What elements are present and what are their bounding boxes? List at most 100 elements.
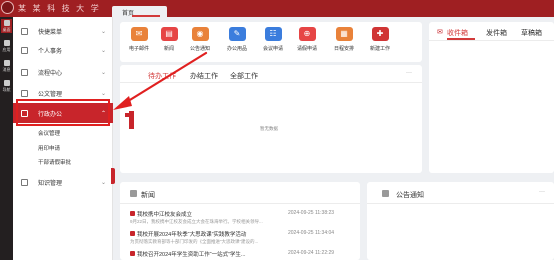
app-leave[interactable]: ⊕ 请假申请 bbox=[292, 27, 322, 52]
strip-item-message[interactable]: 消息 bbox=[1, 59, 12, 73]
news-row-date: 2024-09-24 11:22:29 bbox=[288, 250, 335, 256]
chevron-down-icon: ⌄ bbox=[100, 179, 106, 186]
app-label: 日程安排 bbox=[333, 46, 354, 52]
app-supplies[interactable]: ✎ 办公用品 bbox=[222, 27, 252, 52]
sidebar-item-shortcut[interactable]: 快捷菜单 ⌄ bbox=[13, 21, 113, 41]
mail-card: ✉ 收件箱 发件箱 草稿箱 bbox=[429, 22, 554, 173]
notice-card: 公告通知 ··· bbox=[367, 182, 554, 260]
news-divider bbox=[120, 203, 360, 204]
strip-item-desktop[interactable]: 桌面 bbox=[1, 19, 12, 33]
sidebar-item-label: 个人事务 bbox=[38, 48, 63, 55]
apps-icon bbox=[3, 40, 10, 46]
flow-icon bbox=[21, 68, 28, 76]
red-marker-cap bbox=[125, 113, 129, 117]
chevron-down-icon: ⌄ bbox=[100, 28, 106, 35]
more-icon[interactable]: ··· bbox=[406, 70, 412, 76]
leave-icon: ⊕ bbox=[298, 27, 316, 41]
mail-icon: ✉ bbox=[437, 29, 443, 36]
tab-divider bbox=[120, 82, 422, 83]
app-shortcuts-card: ✉ 电子邮件 ▤ 新闻 ◉ 公告通知 ✎ 办公用品 ☷ 会议申请 ⊕ 请假申请 … bbox=[120, 22, 422, 62]
calendar-icon: ▦ bbox=[335, 27, 353, 41]
desktop-icon bbox=[3, 20, 10, 26]
knowledge-icon bbox=[21, 178, 28, 186]
sidebar-item-label: 快捷菜单 bbox=[38, 29, 63, 36]
app-meeting[interactable]: ☷ 会议申请 bbox=[258, 27, 288, 52]
notice-title: 公告通知 bbox=[396, 192, 424, 199]
app-label: 新建工作 bbox=[369, 46, 390, 52]
app-title: 某 某 科 技 大 学 bbox=[18, 4, 101, 13]
app-label: 电子邮件 bbox=[128, 46, 149, 52]
notice-divider bbox=[367, 203, 554, 204]
announcement-icon: ◉ bbox=[191, 27, 209, 41]
strip-label: 消息 bbox=[2, 67, 11, 72]
app-label: 办公用品 bbox=[226, 46, 247, 52]
sidebar-item-knowledge[interactable]: 知识管理 ⌄ bbox=[13, 172, 113, 192]
news-title: 新闻 bbox=[141, 192, 155, 199]
news-icon bbox=[130, 190, 137, 197]
strip-label: 应用 bbox=[2, 47, 11, 52]
strip-label: 桌面 bbox=[2, 27, 11, 32]
news-row-date: 2024-09-25 11:34:04 bbox=[288, 230, 335, 236]
supplies-icon: ✎ bbox=[228, 27, 246, 41]
university-logo bbox=[1, 1, 14, 14]
news-row-title[interactable]: 我校携中江校友会成立 bbox=[137, 210, 192, 218]
app-calendar[interactable]: ▦ 日程安排 bbox=[329, 27, 359, 52]
nav-icon bbox=[3, 80, 10, 86]
strip-label: 导航 bbox=[2, 87, 11, 92]
new-work-icon: ✚ bbox=[371, 27, 389, 41]
red-marker bbox=[129, 111, 134, 129]
app-label: 会议申请 bbox=[262, 46, 283, 52]
strip-item-nav[interactable]: 导航 bbox=[1, 79, 12, 93]
document-icon bbox=[21, 89, 28, 97]
chevron-down-icon: ⌄ bbox=[100, 69, 106, 76]
news-card: 新闻 我校携中江校友会成立 2024-09-25 11:38:23 9月22日，… bbox=[120, 182, 360, 260]
chevron-down-icon: ⌄ bbox=[100, 47, 106, 54]
chevron-down-icon: ⌄ bbox=[100, 90, 106, 97]
mail-tab-divider bbox=[429, 40, 554, 41]
sidebar-item-label: 流程中心 bbox=[38, 70, 63, 77]
tab-sent[interactable]: 发件箱 bbox=[486, 28, 507, 38]
active-tab-underline bbox=[132, 15, 160, 17]
sidebar-subitem-meeting[interactable]: 会议管理 bbox=[38, 129, 60, 137]
sidebar-subitem-leave[interactable]: 干部请假审批 bbox=[38, 158, 71, 166]
tab-pending-work[interactable]: 待办工作 bbox=[148, 71, 176, 81]
announcement-icon bbox=[382, 190, 389, 197]
app-label: 公告通知 bbox=[189, 46, 210, 52]
app-mail[interactable]: ✉ 电子邮件 bbox=[124, 27, 154, 52]
app-news[interactable]: ▤ 新闻 bbox=[154, 27, 184, 52]
news-row-title[interactable]: 我校开展2024年秋季“大思政课”实践教学活动 bbox=[137, 230, 246, 238]
sidebar-item-personal[interactable]: 个人事务 ⌄ bbox=[13, 40, 113, 60]
highlight-box bbox=[16, 99, 110, 126]
sidebar-item-label: 公文管理 bbox=[38, 91, 63, 98]
news-row-date: 2024-09-25 11:38:23 bbox=[288, 210, 335, 216]
news-row-title[interactable]: 我校召开2024年学生资助工作“一站式”学生... bbox=[137, 250, 245, 258]
news-icon: ▤ bbox=[160, 27, 178, 41]
empty-state-text: 暂无数据 bbox=[260, 126, 278, 131]
tab-all-work[interactable]: 全部工作 bbox=[230, 71, 258, 81]
news-row-summary: 为贯彻落实教育部等十部门印发的《全面推进“大思政课”建设的... bbox=[130, 239, 259, 244]
app-label: 新闻 bbox=[163, 46, 174, 52]
icon-strip: 桌面 应用 消息 导航 bbox=[0, 17, 13, 260]
top-bar: 某 某 科 技 大 学 首页 bbox=[0, 0, 554, 17]
sidebar-subitem-seal[interactable]: 用印申请 bbox=[38, 144, 60, 152]
app-new-work[interactable]: ✚ 新建工作 bbox=[365, 27, 395, 52]
tab-finished-work[interactable]: 办结工作 bbox=[190, 71, 218, 81]
news-bullet-icon bbox=[130, 251, 135, 256]
message-icon bbox=[3, 60, 10, 66]
strip-item-apps[interactable]: 应用 bbox=[1, 39, 12, 53]
person-icon bbox=[21, 46, 28, 54]
more-icon[interactable]: ··· bbox=[539, 189, 545, 195]
work-card: 待办工作 办结工作 全部工作 ··· 暂无数据 bbox=[120, 65, 422, 173]
sidebar-item-flow[interactable]: 流程中心 ⌄ bbox=[13, 62, 113, 82]
app-announcement[interactable]: ◉ 公告通知 bbox=[185, 27, 215, 52]
shortcut-icon bbox=[21, 27, 28, 35]
sidebar-item-label: 知识管理 bbox=[38, 180, 63, 187]
news-bullet-icon bbox=[130, 231, 135, 236]
news-bullet-icon bbox=[130, 211, 135, 216]
mail-icon: ✉ bbox=[130, 27, 148, 41]
app-label: 请假申请 bbox=[296, 46, 317, 52]
tab-inbox[interactable]: 收件箱 bbox=[447, 28, 468, 38]
tab-drafts[interactable]: 草稿箱 bbox=[521, 28, 542, 38]
news-row-summary: 9月22日，我校携中江校友会成立大会在珠海举行。学校相关领导... bbox=[130, 219, 263, 224]
sidebar-collapse-handle[interactable] bbox=[111, 168, 115, 184]
